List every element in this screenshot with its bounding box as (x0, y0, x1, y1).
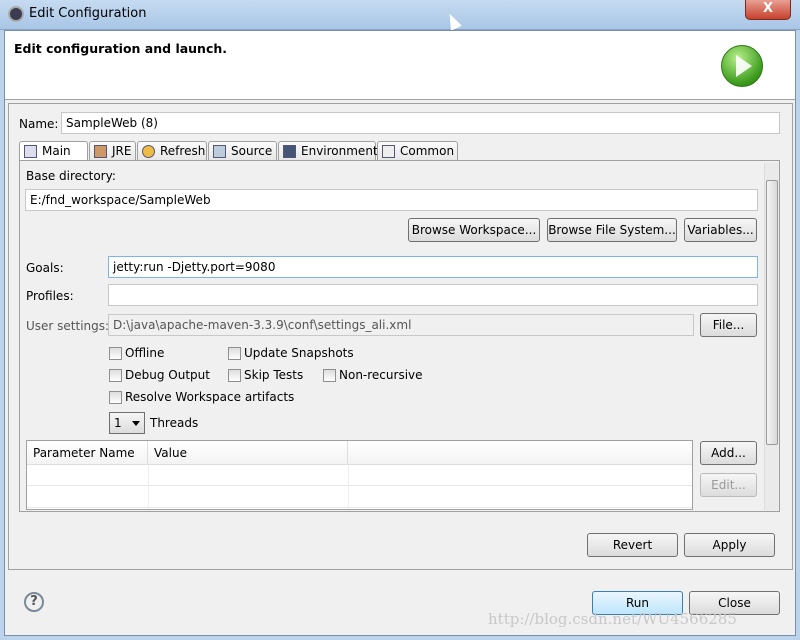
column-divider (348, 465, 349, 509)
browse-workspace-button[interactable]: Browse Workspace... (408, 218, 540, 242)
table-row[interactable] (27, 487, 692, 508)
jre-icon (94, 145, 107, 158)
column-header-value[interactable]: Value (148, 441, 348, 465)
window-title: Edit Configuration (29, 6, 147, 21)
common-icon (382, 145, 395, 158)
tab-common[interactable]: Common (377, 141, 458, 161)
column-header-empty (348, 441, 692, 465)
environment-icon (283, 145, 296, 158)
threads-label: Threads (150, 416, 199, 430)
help-icon[interactable]: ? (24, 592, 44, 612)
base-directory-input[interactable]: E:/fnd_workspace/SampleWeb (25, 189, 758, 211)
tab-label: JRE (112, 144, 132, 158)
column-header-parameter-name[interactable]: Parameter Name (27, 441, 148, 465)
tab-label: Common (400, 144, 455, 158)
tab-label: Refresh (160, 144, 206, 158)
parameters-table: Parameter Name Value (26, 440, 693, 510)
close-window-button[interactable]: X (745, 0, 791, 20)
apply-button[interactable]: Apply (684, 533, 775, 557)
run-launch-icon (721, 45, 763, 87)
user-settings-input[interactable]: D:\java\apache-maven-3.3.9\conf\settings… (108, 314, 694, 336)
scrollbar-thumb[interactable] (766, 180, 778, 445)
update-snapshots-checkbox[interactable]: Update Snapshots (228, 346, 354, 360)
tab-main[interactable]: Main (19, 141, 88, 162)
main-tab-icon (24, 145, 37, 158)
column-divider (148, 465, 149, 509)
browse-file-system-button[interactable]: Browse File System... (547, 218, 677, 242)
user-settings-label: User settings: (26, 319, 110, 333)
resolve-workspace-checkbox[interactable]: Resolve Workspace artifacts (109, 390, 294, 404)
base-directory-label: Base directory: (26, 169, 116, 183)
tab-label: Environment (301, 144, 378, 158)
add-parameter-button[interactable]: Add... (700, 441, 757, 465)
name-input[interactable]: SampleWeb (8) (61, 112, 780, 134)
name-label: Name: (19, 117, 59, 131)
tab-source[interactable]: Source (208, 141, 277, 161)
non-recursive-checkbox[interactable]: Non-recursive (323, 368, 423, 382)
edit-parameter-button[interactable]: Edit... (700, 473, 757, 497)
tab-refresh[interactable]: Refresh (137, 141, 207, 161)
tab-environment[interactable]: Environment (278, 141, 378, 161)
tab-label: Source (231, 144, 273, 158)
source-icon (213, 145, 226, 158)
tab-jre[interactable]: JRE (89, 141, 136, 161)
refresh-icon (142, 145, 155, 158)
goals-input[interactable]: jetty:run -Djetty.port=9080 (108, 256, 758, 278)
file-button[interactable]: File... (700, 313, 757, 337)
tab-label: Main (42, 144, 71, 158)
revert-button[interactable]: Revert (587, 533, 678, 557)
header-message: Edit configuration and launch. (14, 41, 228, 56)
skip-tests-checkbox[interactable]: Skip Tests (228, 368, 303, 382)
watermark: http://blog.csdn.net/WU4566285 (488, 610, 737, 628)
variables-button[interactable]: Variables... (684, 218, 757, 242)
threads-select[interactable]: 1 (109, 412, 145, 434)
eclipse-icon (8, 6, 24, 22)
profiles-label: Profiles: (26, 289, 74, 303)
table-row[interactable] (27, 465, 692, 486)
goals-label: Goals: (26, 261, 64, 275)
debug-output-checkbox[interactable]: Debug Output (109, 368, 210, 382)
offline-checkbox[interactable]: Offline (109, 346, 164, 360)
profiles-input[interactable] (108, 284, 758, 306)
